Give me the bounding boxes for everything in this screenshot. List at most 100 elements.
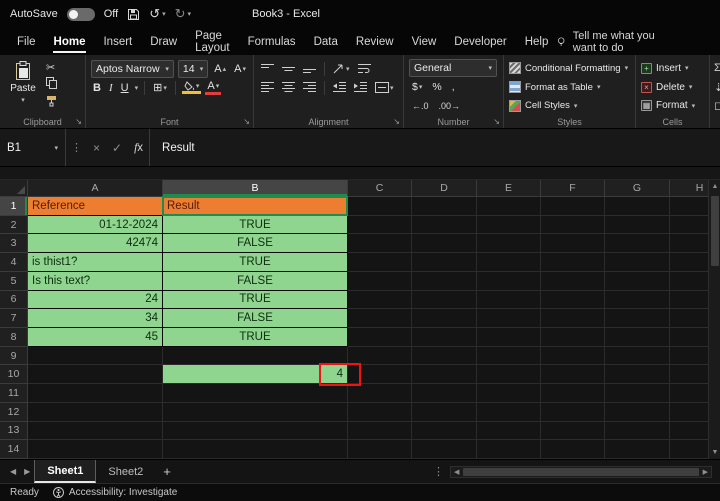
row-header-14[interactable]: 14: [0, 440, 28, 459]
column-header-G[interactable]: G: [605, 180, 670, 197]
cell-E2[interactable]: [477, 215, 541, 235]
undo-button[interactable]: ↺ ▾: [149, 6, 165, 22]
enter-icon[interactable]: ✓: [106, 141, 128, 155]
tab-data[interactable]: Data: [305, 28, 347, 55]
cut-button[interactable]: ✂: [46, 61, 57, 74]
row-header-7[interactable]: 7: [0, 309, 28, 328]
conditional-formatting-button[interactable]: Conditional Formatting ▾: [509, 59, 630, 78]
cell-C12[interactable]: [348, 402, 412, 422]
font-name-select[interactable]: Aptos Narrow ▾: [91, 59, 174, 78]
row-header-11[interactable]: 11: [0, 384, 28, 403]
bold-button[interactable]: B: [91, 82, 103, 94]
align-middle-button[interactable]: [280, 63, 297, 74]
percent-style-button[interactable]: %: [429, 81, 444, 93]
fill-button[interactable]: ⇣: [714, 78, 720, 97]
chevron-down-icon[interactable]: ▾: [135, 84, 139, 92]
cell-E14[interactable]: [477, 440, 541, 459]
sheet-nav-left-icon[interactable]: ◀: [6, 467, 20, 476]
align-center-button[interactable]: [280, 82, 297, 93]
cell-E10[interactable]: [477, 365, 541, 385]
cell-G13[interactable]: [605, 421, 670, 441]
cell-B6[interactable]: TRUE: [163, 290, 348, 310]
horizontal-scrollbar-thumb[interactable]: [463, 467, 699, 476]
cell-B11[interactable]: [163, 384, 348, 403]
cell-G14[interactable]: [605, 440, 670, 459]
cell-B13[interactable]: [163, 421, 348, 441]
cell-D11[interactable]: [412, 384, 477, 403]
format-cells-button[interactable]: ▦ Format ▾: [641, 96, 704, 115]
decrease-decimal-button[interactable]: .00→: [436, 101, 464, 111]
tab-insert[interactable]: Insert: [94, 28, 141, 55]
formula-input[interactable]: Result: [149, 129, 720, 166]
cell-B10[interactable]: 4: [163, 365, 348, 385]
cell-D14[interactable]: [412, 440, 477, 459]
save-button[interactable]: [127, 8, 140, 21]
cell-A13[interactable]: [28, 421, 163, 441]
row-header-1[interactable]: 1: [0, 197, 28, 216]
number-format-select[interactable]: General ▾: [409, 59, 497, 78]
cell-A12[interactable]: [28, 402, 163, 422]
alignment-launcher-icon[interactable]: ↘: [393, 117, 400, 126]
cell-G9[interactable]: [605, 346, 670, 366]
cell-D9[interactable]: [412, 346, 477, 366]
row-header-12[interactable]: 12: [0, 402, 28, 422]
cell-C6[interactable]: [348, 290, 412, 310]
cell-B5[interactable]: FALSE: [163, 271, 348, 291]
cell-A3[interactable]: 42474: [28, 234, 163, 254]
cell-C10[interactable]: [348, 365, 412, 385]
row-header-13[interactable]: 13: [0, 421, 28, 441]
vertical-scrollbar-thumb[interactable]: [711, 196, 719, 266]
cell-E12[interactable]: [477, 402, 541, 422]
cell-A2[interactable]: 01-12-2024: [28, 215, 163, 235]
borders-button[interactable]: ⊞ ▾: [151, 81, 169, 94]
cell-C14[interactable]: [348, 440, 412, 459]
autosave-toggle[interactable]: [66, 7, 95, 21]
cell-C8[interactable]: [348, 328, 412, 347]
cell-F4[interactable]: [541, 253, 605, 272]
insert-function-icon[interactable]: fx: [128, 142, 149, 154]
cell-F6[interactable]: [541, 290, 605, 310]
cell-E4[interactable]: [477, 253, 541, 272]
tab-page-layout[interactable]: Page Layout: [186, 28, 239, 55]
cell-G12[interactable]: [605, 402, 670, 422]
cell-G6[interactable]: [605, 290, 670, 310]
cell-B8[interactable]: TRUE: [163, 328, 348, 347]
align-bottom-button[interactable]: [301, 63, 318, 74]
underline-button[interactable]: U: [119, 82, 131, 94]
sheet-tab-sheet2[interactable]: Sheet2: [96, 460, 155, 483]
cell-B2[interactable]: TRUE: [163, 215, 348, 235]
cell-F13[interactable]: [541, 421, 605, 441]
row-header-4[interactable]: 4: [0, 253, 28, 272]
cell-B3[interactable]: FALSE: [163, 234, 348, 254]
horizontal-scrollbar[interactable]: ◀ ▶: [450, 465, 712, 478]
scroll-up-icon[interactable]: ▲: [709, 183, 720, 190]
cell-D4[interactable]: [412, 253, 477, 272]
cell-D8[interactable]: [412, 328, 477, 347]
sheet-nav-right-icon[interactable]: ▶: [20, 467, 34, 476]
number-launcher-icon[interactable]: ↘: [493, 117, 500, 126]
cell-F1[interactable]: [541, 197, 605, 216]
tab-review[interactable]: Review: [347, 28, 403, 55]
cell-F8[interactable]: [541, 328, 605, 347]
cell-B12[interactable]: [163, 402, 348, 422]
cell-G2[interactable]: [605, 215, 670, 235]
font-color-button[interactable]: A ▾: [205, 80, 222, 95]
cell-E9[interactable]: [477, 346, 541, 366]
align-right-button[interactable]: [301, 82, 318, 93]
font-launcher-icon[interactable]: ↘: [243, 117, 250, 126]
increase-decimal-button[interactable]: ←.0: [409, 101, 432, 111]
row-header-3[interactable]: 3: [0, 234, 28, 254]
row-header-2[interactable]: 2: [0, 215, 28, 235]
cell-G5[interactable]: [605, 271, 670, 291]
cell-G10[interactable]: [605, 365, 670, 385]
tell-me-search[interactable]: Tell me what you want to do: [557, 30, 668, 54]
column-header-D[interactable]: D: [412, 180, 477, 197]
format-as-table-button[interactable]: Format as Table ▾: [509, 78, 630, 97]
cell-G8[interactable]: [605, 328, 670, 347]
delete-cells-button[interactable]: × Delete ▾: [641, 78, 704, 97]
cell-D3[interactable]: [412, 234, 477, 254]
scroll-right-icon[interactable]: ▶: [700, 468, 711, 476]
column-header-E[interactable]: E: [477, 180, 541, 197]
cell-B14[interactable]: [163, 440, 348, 459]
accounting-format-button[interactable]: $ ▾: [409, 81, 425, 93]
